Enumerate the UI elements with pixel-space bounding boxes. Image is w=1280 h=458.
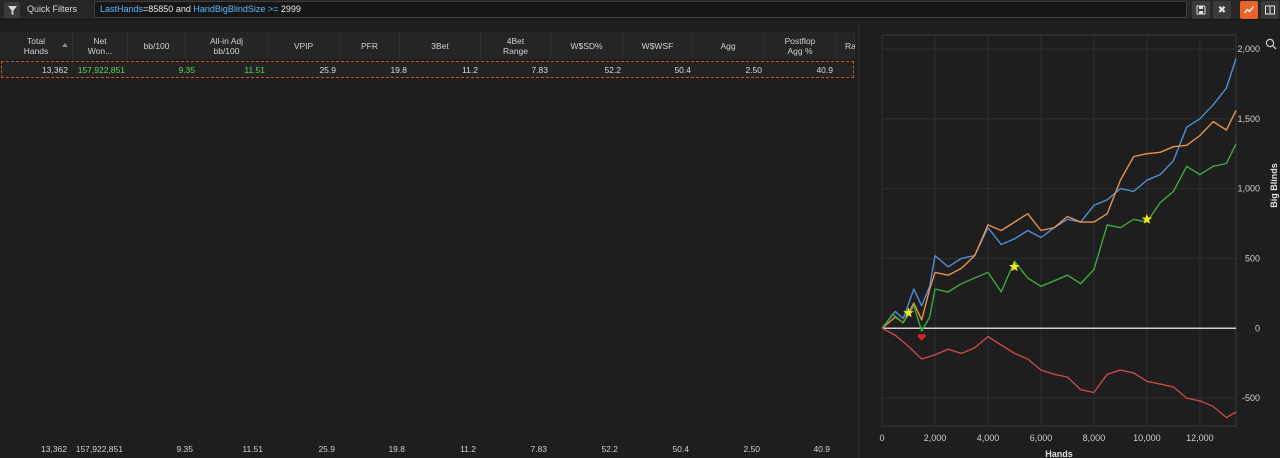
column-header[interactable]: All-in Adj bb/100 <box>186 32 268 59</box>
y-tick-label: 500 <box>1245 253 1260 263</box>
table-row[interactable]: 13,362 157,922,851 9.35 11.51 25.9 19.8 … <box>1 61 854 78</box>
summary-cell: 9.35 <box>176 444 193 454</box>
filter-icon[interactable] <box>4 2 20 18</box>
summary-cell: 50.4 <box>672 444 689 454</box>
x-axis-title: Hands <box>1045 449 1073 458</box>
column-header-label: Total Hands <box>23 35 49 56</box>
summary-cell: 157,922,851 <box>75 444 123 454</box>
panel-splitter[interactable] <box>858 21 859 458</box>
x-tick-label: 12,000 <box>1186 433 1214 443</box>
winnings-graph[interactable]: 0 2,000 4,000 6,000 8,000 10,000 12,000 -500 0 50… <box>864 21 1280 458</box>
quick-filters-label: Quick Filters <box>27 4 78 14</box>
column-header[interactable]: bb/100 <box>128 32 186 59</box>
table-cell: 40.9 <box>816 65 833 75</box>
graph-icon[interactable] <box>1240 1 1258 19</box>
column-header[interactable]: 3Bet <box>400 32 481 59</box>
x-tick-label: 10,000 <box>1133 433 1161 443</box>
filter-expression-input[interactable]: LastHands=85850 and HandBigBlindSize >= … <box>94 1 1187 18</box>
column-header[interactable]: W$SD% <box>551 32 623 59</box>
table-cell: 50.4 <box>674 65 691 75</box>
stats-table: Total Hands Net Won... bb/100 All-in Adj… <box>0 21 855 458</box>
table-header: Total Hands Net Won... bb/100 All-in Adj… <box>0 32 855 59</box>
column-header[interactable]: VPIP <box>268 32 340 59</box>
filter-token: 2999 <box>280 4 301 14</box>
column-header[interactable]: Total Hands <box>0 32 73 59</box>
y-axis-title: Big Blinds <box>1269 163 1279 208</box>
quick-filter-bar: Quick Filters LastHands=85850 and HandBi… <box>0 0 1280 20</box>
table-cell: 9.35 <box>178 65 195 75</box>
table-summary-row: 13,362 157,922,851 9.35 11.51 25.9 19.8 … <box>0 437 855 458</box>
table-cell: 13,362 <box>42 65 68 75</box>
x-tick-label: 2,000 <box>924 433 947 443</box>
table-cell: 19.8 <box>390 65 407 75</box>
filter-token: LastHands <box>100 4 144 14</box>
y-tick-label: 2,000 <box>1237 44 1260 54</box>
column-header[interactable]: Agg <box>693 32 764 59</box>
zoom-icon[interactable] <box>1265 38 1277 50</box>
x-tick-label: 8,000 <box>1083 433 1106 443</box>
filter-token: =85850 and <box>143 4 194 14</box>
column-header[interactable]: Ra <box>837 32 855 59</box>
clear-glyph: ✖ <box>1217 4 1227 16</box>
x-tick-label: 4,000 <box>977 433 1000 443</box>
filter-token: >= <box>265 4 281 14</box>
y-tick-label: 0 <box>1255 323 1260 333</box>
summary-cell: 40.9 <box>813 444 830 454</box>
table-cell: 157,922,851 <box>77 65 125 75</box>
column-header[interactable]: PFR <box>340 32 400 59</box>
table-cell: 11.51 <box>244 65 265 75</box>
x-tick-label: 0 <box>879 433 884 443</box>
heart-marker <box>917 333 926 341</box>
summary-cell: 11.51 <box>242 444 263 454</box>
summary-cell: 19.8 <box>388 444 405 454</box>
sort-ascending-icon <box>62 43 68 47</box>
summary-cell: 11.2 <box>460 444 476 454</box>
column-header[interactable]: Net Won... <box>73 32 128 59</box>
y-tick-label: 1,000 <box>1237 184 1260 194</box>
summary-cell: 7.83 <box>530 444 547 454</box>
summary-cell: 2.50 <box>743 444 760 454</box>
table-cell: 25.9 <box>319 65 336 75</box>
y-tick-label: 1,500 <box>1237 114 1260 124</box>
column-header[interactable]: Postflop Agg % <box>764 32 837 59</box>
layout-icon[interactable] <box>1261 1 1279 19</box>
table-cell: 7.83 <box>531 65 548 75</box>
table-cell: 52.2 <box>604 65 621 75</box>
column-header[interactable]: 4Bet Range <box>481 32 551 59</box>
y-tick-label: -500 <box>1242 393 1260 403</box>
x-tick-label: 6,000 <box>1030 433 1053 443</box>
table-cell: 2.50 <box>745 65 762 75</box>
summary-cell: 25.9 <box>318 444 335 454</box>
clear-icon[interactable]: ✖ <box>1213 1 1231 19</box>
summary-cell: 13,362 <box>41 444 67 454</box>
filter-token: HandBigBlindSize <box>193 4 266 14</box>
column-header[interactable]: W$WSF <box>623 32 693 59</box>
save-icon[interactable] <box>1192 1 1210 19</box>
table-cell: 11.2 <box>462 65 478 75</box>
summary-cell: 52.2 <box>601 444 618 454</box>
